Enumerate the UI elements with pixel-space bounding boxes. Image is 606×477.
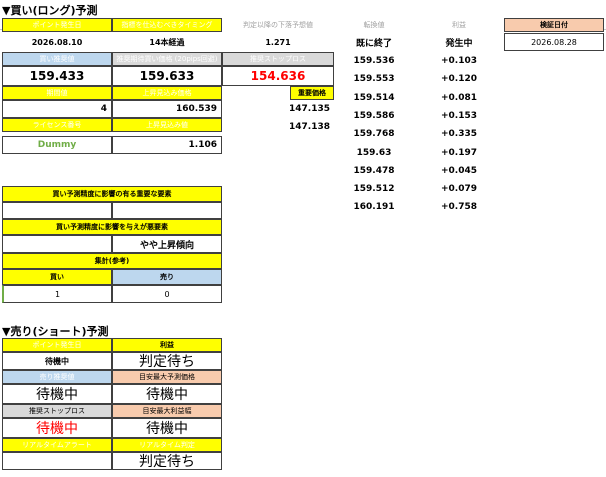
label-timing: 指標を仕込むべきタイミング (112, 18, 222, 32)
value-short-sell-entry: 待機中 (2, 384, 112, 404)
label-prev-low: 判定以降の下落予想値 (222, 18, 334, 32)
label-short-target-profit: 目安最大利益幅 (112, 404, 222, 418)
value-short-profit: 判定待ち (112, 352, 222, 370)
value-short-target-upper: 待機中 (112, 384, 222, 404)
value-status: 既に終了 (334, 33, 414, 51)
label-license-no: ライセンス番号 (2, 118, 112, 132)
value-occurrence: 発生中 (414, 33, 504, 51)
value-important-2: 147.138 (222, 118, 334, 136)
label-buy-entry: 買い推奨値 (2, 52, 112, 66)
price-list-item: 159.63 (334, 143, 414, 162)
price-list-item: 159.586 (334, 106, 414, 125)
label-short-point-date: ポイント発生日 (2, 338, 112, 352)
value-license: Dummy (2, 136, 112, 154)
label-upper-estimate: 上昇見込み値 (112, 118, 222, 132)
value-realtime-judgement: 判定待ち (112, 452, 222, 470)
label-settle-date: 検証日付 (504, 18, 604, 32)
value-important-1: 147.135 (222, 100, 334, 118)
value-settle-date: 2026.08.28 (504, 33, 604, 51)
label-sell-influence: 買い予測精度に影響を与えが悪要素 (2, 219, 222, 235)
price-list-item: 159.553 (334, 70, 414, 89)
profit-list-item: +0.081 (414, 88, 504, 107)
value-sell-count: 0 (112, 285, 222, 303)
label-short-sell-entry: 売り推奨値 (2, 370, 112, 384)
value-short-target-profit: 待機中 (112, 418, 222, 438)
label-recommended-buy: 推奨期待買い価格 (20pips回避) (112, 52, 222, 66)
label-short-profit: 利益 (112, 338, 222, 352)
value-upper-reached: 160.539 (112, 100, 222, 118)
profit-list-item: +0.153 (414, 106, 504, 125)
price-list-item: 159.768 (334, 125, 414, 144)
value-timing: 14本経過 (112, 33, 222, 51)
price-list-item: 159.536 (334, 52, 414, 70)
profit-list-item: +0.103 (414, 52, 504, 70)
label-buy-influence: 買い予測精度に影響の有る重要な要素 (2, 186, 222, 202)
label-sell-count: 売り (112, 269, 222, 285)
price-list-item: 160.191 (334, 198, 414, 217)
long-section-title: ▼買い(ロング)予測 (2, 4, 98, 17)
profit-list-item: +0.197 (414, 143, 504, 162)
price-list-item: 159.478 (334, 161, 414, 180)
value-period: 4 (2, 100, 112, 118)
sell-influence-cell-1 (2, 235, 112, 253)
price-list-item: 159.512 (334, 180, 414, 199)
label-upper-reached: 上昇見込み価格 (112, 86, 222, 100)
label-buy-count: 買い (2, 269, 112, 285)
label-short-target-upper: 目安最大予測価格 (112, 370, 222, 384)
short-section-title: ▼売り(ショート)予測 (2, 325, 109, 338)
label-result-price: 転換値 (334, 18, 414, 32)
buy-influence-cell-2 (112, 202, 222, 219)
buy-influence-cell-1 (2, 202, 112, 219)
label-short-stop-loss: 推奨ストップロス (2, 404, 112, 418)
label-profit: 利益 (414, 18, 504, 32)
label-point-date: ポイント発生日 (2, 18, 112, 32)
profit-list-item: +0.079 (414, 180, 504, 199)
label-period: 期間値 (2, 86, 112, 100)
label-realtime-judgement: リアルタイム判定 (112, 438, 222, 452)
label-count-header: 集計(参考) (2, 253, 222, 269)
price-list-item: 159.514 (334, 88, 414, 107)
label-important-price: 重要価格 (290, 86, 334, 100)
profit-list-item: +0.758 (414, 198, 504, 217)
value-stop-loss: 154.636 (222, 66, 334, 86)
value-upper-estimate: 1.106 (112, 136, 222, 154)
value-recommended-buy: 159.633 (112, 66, 222, 86)
value-buy-entry: 159.433 (2, 66, 112, 86)
value-short-stop-loss: 待機中 (2, 418, 112, 438)
value-buy-count[interactable]: 1 (2, 285, 112, 303)
value-trend: やや上昇傾向 (112, 235, 222, 253)
value-realtime-alert (2, 452, 112, 470)
label-realtime-alert: リアルタイムアラート (2, 438, 112, 452)
value-prev-low: 1.271 (222, 33, 334, 51)
value-short-point-date: 待機中 (2, 352, 112, 370)
label-stop-loss: 推奨ストップロス (222, 52, 334, 66)
value-point-date: 2026.08.10 (2, 33, 112, 51)
profit-list-item: +0.120 (414, 70, 504, 89)
profit-list-item: +0.045 (414, 161, 504, 180)
profit-list-item: +0.335 (414, 125, 504, 144)
